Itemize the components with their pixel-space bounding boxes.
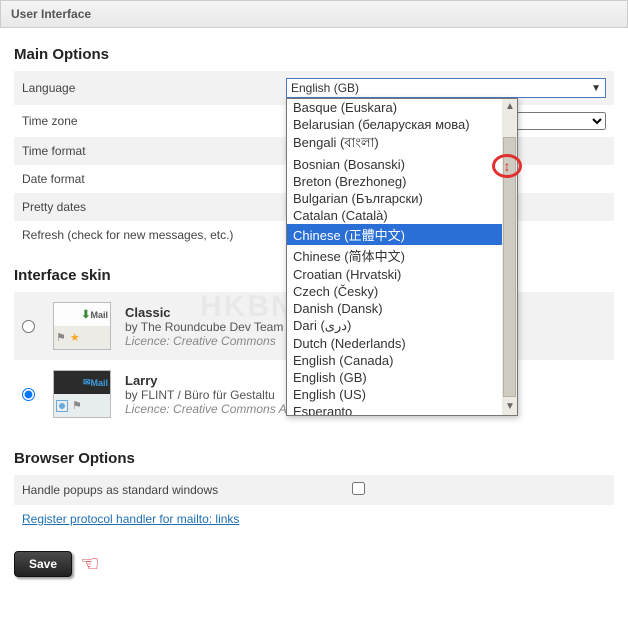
language-option[interactable]: Bosnian (Bosanski) xyxy=(287,156,517,173)
save-button[interactable]: Save xyxy=(14,551,72,577)
language-option-list[interactable]: Basque (Euskara)Belarusian (беларуская м… xyxy=(286,98,518,416)
section-browser-options: Browser Options xyxy=(14,450,614,467)
timeformat-label: Time format xyxy=(14,137,278,165)
skin-meta-classic: Classic by The Roundcube Dev Team Licenc… xyxy=(125,305,283,348)
language-option[interactable]: English (Canada) xyxy=(287,352,517,369)
language-option[interactable]: Esperanto xyxy=(287,403,517,416)
refresh-label: Refresh (check for new messages, etc.) xyxy=(14,221,278,249)
language-option[interactable]: Bulgarian (Български) xyxy=(287,190,517,207)
skin-radio-larry[interactable] xyxy=(22,388,35,401)
browser-options-table: Handle popups as standard windows Regist… xyxy=(14,475,614,533)
main-options-table: Language English (GB) ▼ Basque (Euskara)… xyxy=(14,71,614,249)
skin-thumb-larry: ✉ Mail ⚑ xyxy=(53,370,111,418)
language-option[interactable]: English (US) xyxy=(287,386,517,403)
flag-icon: ⚑ xyxy=(56,331,66,344)
language-option[interactable]: Bengali (বাংলা) xyxy=(287,133,517,156)
popups-label: Handle popups as standard windows xyxy=(14,475,344,505)
skin-license: Licence: Creative Commons xyxy=(125,334,283,348)
skin-author: by The Roundcube Dev Team xyxy=(125,320,283,334)
language-option[interactable]: Croatian (Hrvatski) xyxy=(287,266,517,283)
language-option[interactable]: Basque (Euskara) xyxy=(287,99,517,116)
pointing-hand-icon: ☜ xyxy=(80,551,100,577)
skin-name: Classic xyxy=(125,305,283,320)
thumb-label: Mail xyxy=(90,378,108,388)
language-option[interactable]: Belarusian (беларуская мова) xyxy=(287,116,517,133)
flag-icon: ⚑ xyxy=(72,399,82,412)
mail-icon: ✉ xyxy=(83,377,91,388)
language-option[interactable]: Dari (دری) xyxy=(287,317,517,335)
popups-checkbox[interactable] xyxy=(352,482,365,495)
language-label: Language xyxy=(14,71,278,105)
scroll-down-arrow-icon[interactable]: ▼ xyxy=(502,399,518,415)
scroll-up-arrow-icon[interactable]: ▲ xyxy=(502,99,518,115)
language-option[interactable]: Czech (Česky) xyxy=(287,283,517,300)
language-option[interactable]: Chinese (简体中文) xyxy=(287,245,517,266)
dropdown-scrollbar[interactable]: ▲ ▼ xyxy=(502,98,518,416)
language-option[interactable]: Danish (Dansk) xyxy=(287,300,517,317)
language-option[interactable]: English (GB) xyxy=(287,369,517,386)
timezone-label: Time zone xyxy=(14,105,278,137)
register-mailto-link[interactable]: Register protocol handler for mailto: li… xyxy=(22,512,239,526)
content: HKBNIT Main Options Language English (GB… xyxy=(0,28,628,601)
annotation-circle-icon: ↕ xyxy=(492,154,522,178)
language-option[interactable]: Chinese (正體中文) xyxy=(287,224,517,245)
section-main-options: Main Options xyxy=(14,46,614,63)
gear-icon xyxy=(56,400,68,412)
skin-radio-classic[interactable] xyxy=(22,320,35,333)
prettydates-label: Pretty dates xyxy=(14,193,278,221)
download-icon: ⬇ xyxy=(81,308,90,321)
language-option[interactable]: Catalan (Català) xyxy=(287,207,517,224)
skin-thumb-classic: ⬇ Mail ⚑ ★ xyxy=(53,302,111,350)
language-option[interactable]: Breton (Brezhoneg) xyxy=(287,173,517,190)
dateformat-label: Date format xyxy=(14,165,278,193)
thumb-label: Mail xyxy=(90,310,108,320)
annotation-updown-icon: ↕ xyxy=(504,158,511,174)
language-select-closed[interactable]: English (GB) ▼ xyxy=(286,78,606,98)
dropdown-arrow-icon: ▼ xyxy=(591,83,601,94)
panel-header: User Interface xyxy=(0,0,628,28)
language-selected-value: English (GB) xyxy=(291,81,359,95)
language-option[interactable]: Dutch (Nederlands) xyxy=(287,335,517,352)
star-icon: ★ xyxy=(70,331,80,344)
language-dropdown[interactable]: English (GB) ▼ Basque (Euskara)Belarusia… xyxy=(286,78,606,98)
